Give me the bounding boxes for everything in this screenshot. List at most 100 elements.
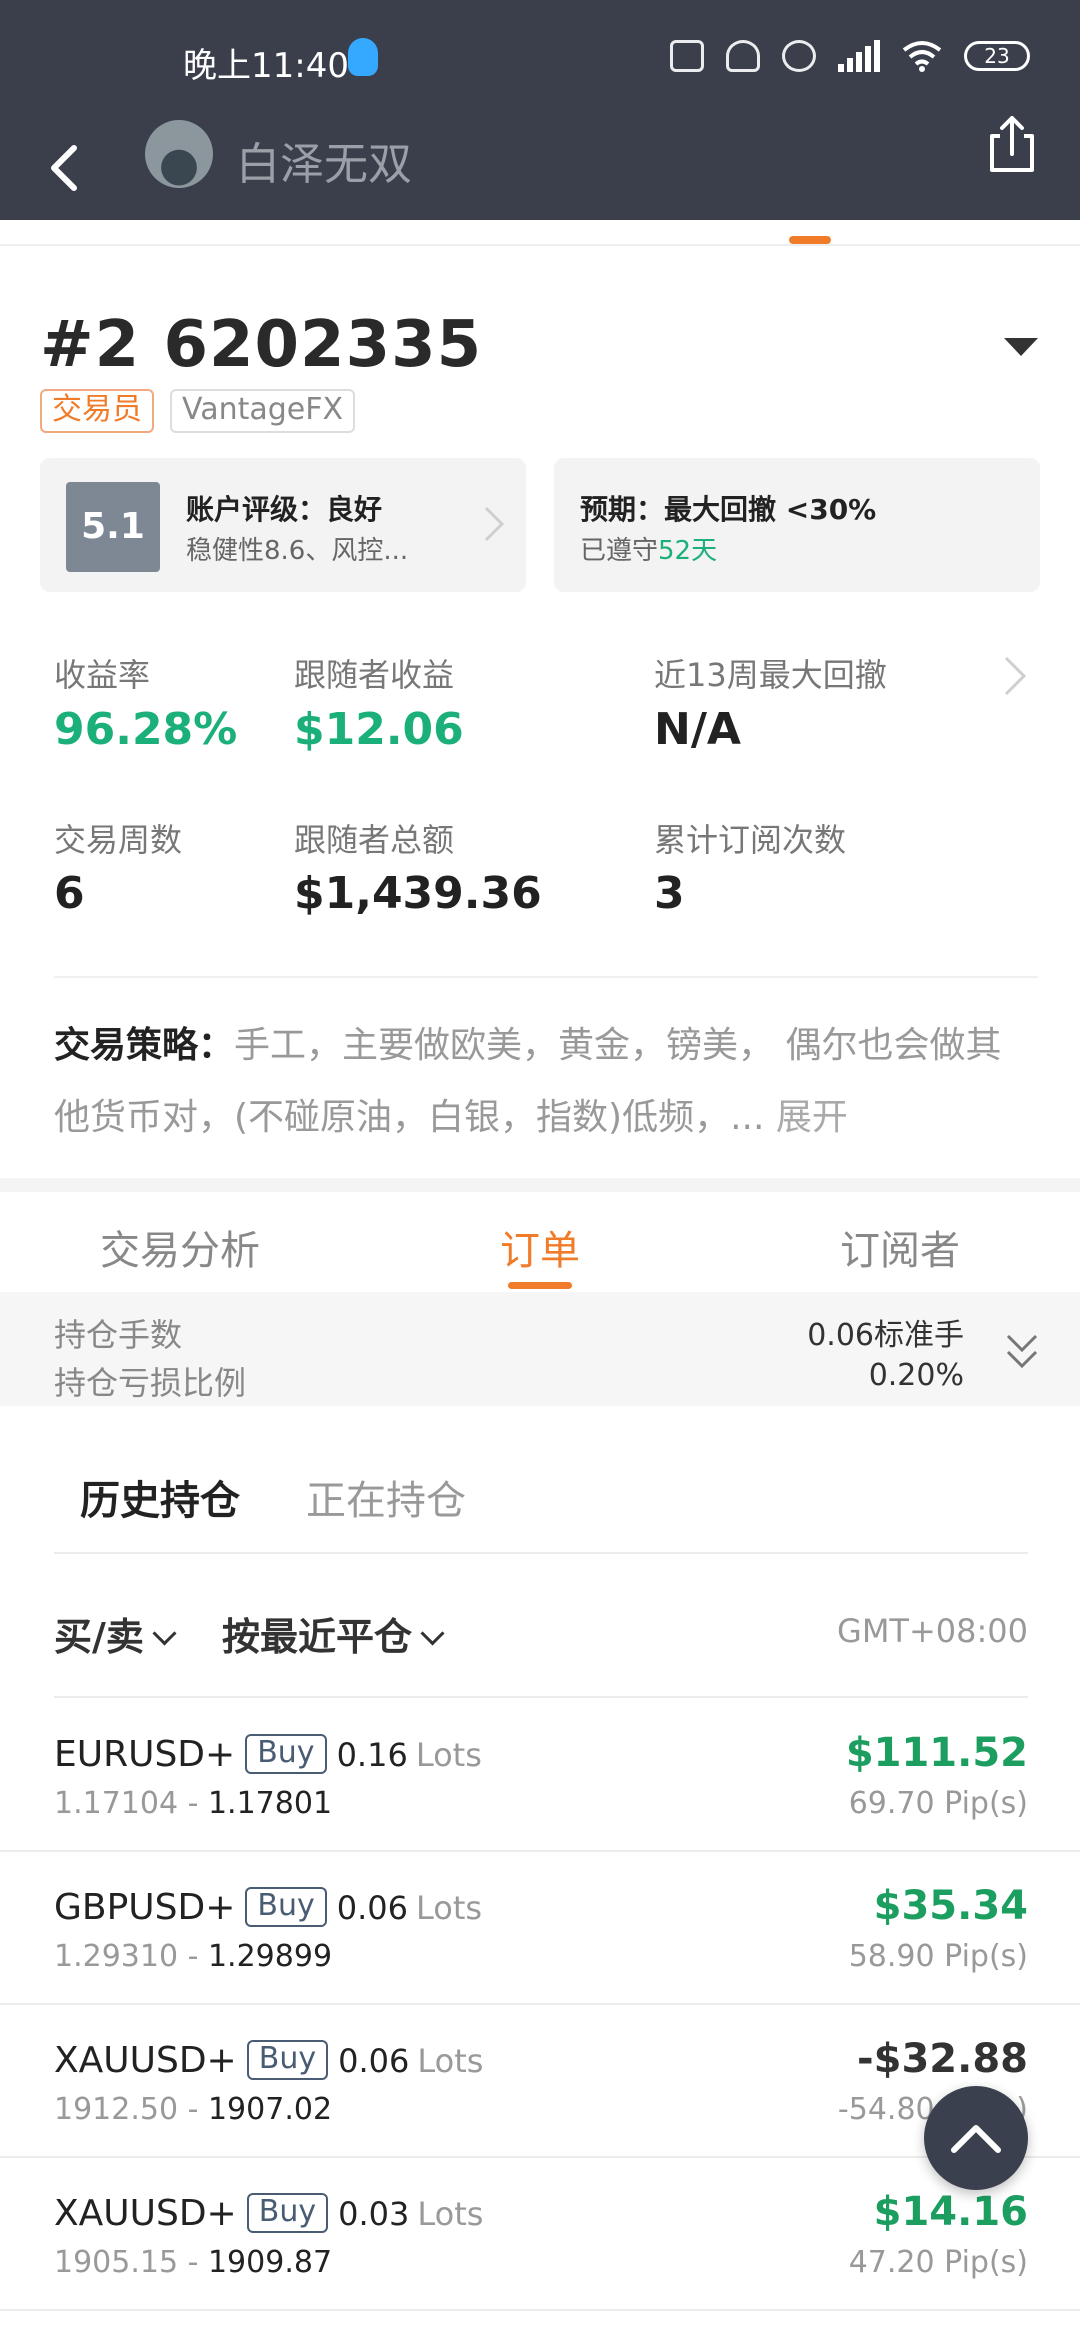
role-tag: 交易员: [40, 389, 154, 433]
side-badge: Buy: [246, 2193, 329, 2233]
open-price: 1905.15: [54, 2245, 179, 2280]
strategy-text: 交易策略：手工，主要做欧美，黄金，镑美， 偶尔也会做其他货币对，(不碰原油，白银…: [54, 1010, 1034, 1154]
order-lots: 0.06: [338, 2042, 410, 2080]
open-price: 1.29310: [54, 1939, 179, 1974]
position-lots-label: 持仓手数: [54, 1316, 183, 1354]
stat-label-subscriptions: 累计订阅次数: [654, 821, 847, 859]
rating-card[interactable]: 5.1 账户评级：良好 稳健性8.6、风控...: [40, 458, 526, 592]
sort-filter[interactable]: 按最近平仓: [222, 1606, 445, 1661]
close-price: 1.17801: [207, 1786, 333, 1821]
share-icon[interactable]: [986, 114, 1038, 174]
divider: [0, 244, 1080, 246]
order-symbol: XAUUSD+: [54, 2040, 237, 2081]
side-badge: Buy: [245, 1887, 327, 1927]
order-symbol: XAUUSD+: [54, 2193, 237, 2234]
lots-unit: Lots: [417, 2195, 484, 2233]
side-filter-label: 买/卖: [54, 1615, 144, 1659]
order-row[interactable]: XAUUSD+ Buy 0.06 Lots 1912.50 - 1907.02 -$3…: [0, 2006, 1080, 2158]
scroll-to-top-button[interactable]: [924, 2086, 1028, 2190]
stat-label-follower-profit: 跟随者收益: [294, 656, 455, 694]
side-filter[interactable]: 买/卖: [54, 1606, 177, 1661]
order-lots: 0.16: [336, 1736, 408, 1774]
position-summary[interactable]: 持仓手数 0.06标准手 持仓亏损比例 0.20%: [0, 1292, 1080, 1406]
avatar[interactable]: [145, 120, 213, 188]
divider: [54, 976, 1038, 978]
stat-value-return: 96.28%: [54, 704, 238, 755]
order-pips: 58.90 Pip(s): [848, 1939, 1028, 1974]
close-price: 1907.02: [207, 2092, 333, 2127]
order-symbol: GBPUSD+: [54, 1887, 236, 1928]
complied-days: 52天: [658, 536, 718, 566]
open-price: 1.17104: [54, 1786, 179, 1821]
signal-icon: [838, 40, 880, 72]
account-title: #2 6202335: [40, 308, 483, 382]
divider: [0, 2003, 1080, 2005]
order-pips: 47.20 Pip(s): [848, 2245, 1028, 2280]
complied-prefix: 已遵守: [580, 536, 659, 566]
subtab-history[interactable]: 历史持仓: [80, 1468, 240, 1526]
divider: [0, 1850, 1080, 1852]
divider: [54, 1696, 1028, 1698]
order-row[interactable]: EURUSD+ Buy 0.16 Lots 1.17104 - 1.17801 $11…: [0, 1700, 1080, 1852]
lots-unit: Lots: [415, 1736, 482, 1774]
double-chevron-down-icon[interactable]: [1004, 1332, 1040, 1372]
chevron-down-icon: [420, 1621, 445, 1646]
close-price: 1909.87: [207, 2245, 333, 2280]
subtab-open[interactable]: 正在持仓: [306, 1468, 466, 1526]
stat-value-max-drawdown: N/A: [654, 704, 741, 755]
expectation-complied: 已遵守52天: [580, 530, 717, 567]
tab-orders[interactable]: 订单: [500, 1218, 580, 1276]
order-row[interactable]: XAUUSD+ Buy 0.03 Lots 1905.15 - 1909.87 $14…: [0, 2159, 1080, 2311]
alarm-icon: [782, 40, 816, 72]
rating-subtitle: 稳健性8.6、风控...: [186, 536, 409, 566]
close-price: 1.29899: [207, 1939, 333, 1974]
stat-label-follower-total: 跟随者总额: [294, 821, 455, 859]
chevron-down-icon: [152, 1621, 177, 1646]
order-lots: 0.06: [336, 1889, 408, 1927]
back-arrow-icon[interactable]: [40, 132, 100, 202]
section-gap: [0, 1178, 1080, 1192]
wifi-icon: [902, 41, 942, 72]
stat-value-subscriptions: 3: [654, 868, 685, 919]
expand-link[interactable]: 展开: [776, 1097, 848, 1138]
lots-unit: Lots: [417, 2042, 484, 2080]
stat-value-weeks: 6: [54, 868, 85, 919]
stat-label-max-drawdown: 近13周最大回撤: [654, 656, 887, 694]
divider: [0, 2156, 1080, 2158]
chevron-right-icon[interactable]: [1002, 654, 1028, 698]
rating-title: 账户评级：良好: [186, 493, 383, 526]
timezone-label: GMT+08:00: [837, 1612, 1028, 1650]
screen-mirror-icon: [670, 40, 704, 72]
battery-icon: 23: [964, 41, 1030, 71]
divider: [0, 2309, 1080, 2311]
order-pips: 69.70 Pip(s): [848, 1786, 1028, 1821]
position-pl-ratio-value: 0.20%: [868, 1358, 964, 1393]
side-badge: Buy: [245, 1734, 327, 1774]
stat-value-follower-profit: $12.06: [294, 704, 464, 755]
section-indicator: [789, 236, 831, 244]
expectation-card[interactable]: 预期：最大回撤 <30% 已遵守52天: [554, 458, 1040, 592]
app-header: 白泽无双: [0, 116, 1080, 220]
divider: [54, 1552, 1028, 1554]
rating-score: 5.1: [66, 482, 160, 572]
account-dropdown-icon[interactable]: [1004, 338, 1038, 356]
side-badge: Buy: [246, 2040, 329, 2080]
status-time: 晚上11:40: [183, 46, 349, 86]
mute-bell-icon: [726, 40, 760, 72]
broker-tag: VantageFX: [170, 389, 356, 433]
stat-label-return: 收益率: [54, 656, 151, 694]
order-pnl: $14.16: [873, 2189, 1028, 2235]
status-bar: 晚上11:40 23: [0, 0, 1080, 120]
stat-value-follower-total: $1,439.36: [294, 868, 542, 919]
order-symbol: EURUSD+: [54, 1734, 236, 1775]
tab-trade-analysis[interactable]: 交易分析: [100, 1218, 260, 1276]
order-pnl: $35.34: [873, 1883, 1028, 1929]
expectation-title: 预期：最大回撤 <30%: [580, 493, 877, 526]
order-row[interactable]: GBPUSD+ Buy 0.06 Lots 1.29310 - 1.29899 $35…: [0, 1853, 1080, 2005]
tab-subscribers[interactable]: 订阅者: [840, 1218, 960, 1276]
position-lots-value: 0.06标准手: [807, 1318, 964, 1353]
qq-icon: [348, 38, 378, 76]
order-pnl: $111.52: [845, 1730, 1028, 1776]
trader-name: 白泽无双: [236, 139, 412, 190]
order-lots: 0.03: [338, 2195, 410, 2233]
